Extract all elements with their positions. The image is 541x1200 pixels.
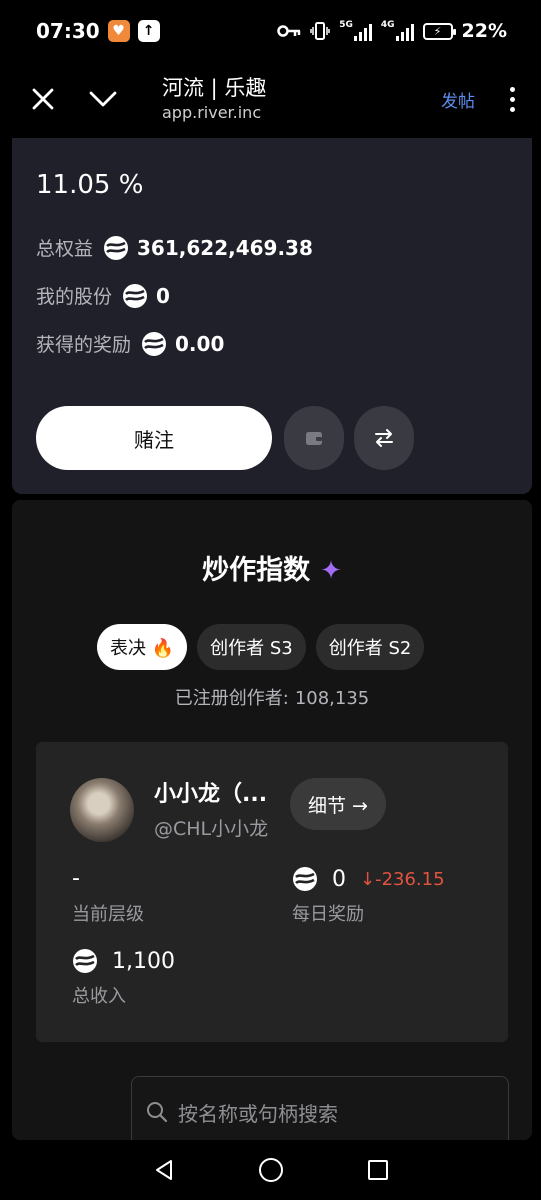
registered-label: 已注册创作者:	[174, 688, 289, 709]
rewards-row: 获得的奖励 0.00	[36, 330, 224, 357]
back-button[interactable]	[144, 1150, 184, 1190]
tier-label: 当前层级	[72, 904, 144, 925]
daily-reward-delta: ↓-236.15	[360, 868, 445, 890]
status-time: 07:30	[36, 19, 100, 43]
river-coin-icon	[104, 235, 129, 260]
post-button[interactable]: 发帖	[441, 87, 475, 112]
hype-index-section: 炒作指数 ✦ 表决 🔥 创作者 S3 创作者 S2 已注册创作者: 108,135 …	[12, 500, 532, 1140]
upload-icon: ↑	[137, 20, 160, 42]
page-url: app.river.inc	[162, 103, 262, 122]
tab-creator-s2[interactable]: 创作者 S2	[315, 624, 425, 670]
tab-vote[interactable]: 表决 🔥	[97, 624, 188, 670]
daily-reward-amount: 0	[332, 866, 346, 892]
back-triangle-icon	[155, 1160, 172, 1180]
daily-reward-label: 每日奖励	[292, 904, 364, 925]
creator-card[interactable]: 小小龙（... @CHL小小龙 细节 → - 当前层级 0 ↓-236.15 每…	[36, 742, 508, 1042]
status-bar: 07:30 ♥ ↑ 5G 4G ⚡ 22%	[0, 0, 541, 62]
sparkle-icon: ✦	[320, 556, 342, 586]
my-shares-value: 0	[156, 283, 170, 308]
total-income-label: 总收入	[72, 986, 126, 1007]
search-placeholder: 按名称或句柄搜索	[178, 1101, 338, 1126]
system-nav-bar	[0, 1140, 541, 1200]
collapse-button[interactable]	[88, 84, 118, 114]
creator-handle: @CHL小小龙	[154, 818, 269, 840]
heart-app-icon: ♥	[107, 20, 130, 42]
signal-5g-icon: 5G	[339, 21, 372, 41]
tier-value: -	[72, 866, 80, 891]
daily-reward-value: 0 ↓-236.15	[292, 866, 445, 892]
stake-card: 11.05 % 总权益 361,622,469.38 我的股份 0 获得的奖励 …	[12, 138, 532, 494]
total-equity-value: 361,622,469.38	[137, 235, 313, 260]
chevron-down-icon	[89, 91, 117, 107]
search-input[interactable]: 按名称或句柄搜索	[131, 1076, 509, 1140]
bet-button[interactable]: 赌注	[36, 406, 272, 470]
battery-percent: 22%	[461, 20, 507, 42]
river-coin-icon	[293, 867, 317, 891]
key-icon	[277, 25, 301, 37]
my-shares-row: 我的股份 0	[36, 282, 170, 309]
river-coin-icon	[142, 331, 167, 356]
river-coin-icon	[73, 949, 97, 973]
total-income-amount: 1,100	[112, 948, 175, 974]
page-title-block: 河流 | 乐趣 app.river.inc	[162, 74, 441, 124]
details-button[interactable]: 细节 →	[290, 778, 386, 830]
hype-tabs: 表决 🔥 创作者 S3 创作者 S2	[97, 624, 425, 670]
wallet-button[interactable]	[284, 406, 344, 470]
total-equity-row: 总权益 361,622,469.38	[36, 234, 313, 261]
stake-percentage: 11.05 %	[36, 170, 144, 200]
hype-title-text: 炒作指数	[202, 555, 311, 586]
hype-title: 炒作指数 ✦	[12, 548, 532, 587]
close-icon	[32, 88, 54, 110]
vibrate-icon	[310, 22, 330, 40]
swap-arrows-icon	[375, 429, 393, 447]
registered-count: 108,135	[294, 688, 370, 709]
page-title: 河流 | 乐趣	[162, 76, 267, 100]
recents-square-icon	[367, 1160, 388, 1180]
signal-4g-icon: 4G	[381, 21, 414, 41]
total-equity-label: 总权益	[36, 238, 94, 260]
my-shares-label: 我的股份	[36, 286, 113, 308]
recents-button[interactable]	[358, 1150, 398, 1190]
more-menu-button[interactable]	[507, 86, 517, 112]
browser-header: 河流 | 乐趣 app.river.inc 发帖	[0, 62, 541, 136]
home-circle-icon	[258, 1158, 283, 1182]
creator-name: 小小龙（...	[154, 782, 268, 807]
home-button[interactable]	[251, 1150, 291, 1190]
search-icon	[147, 1102, 168, 1123]
total-income-value: 1,100	[72, 948, 175, 974]
rewards-label: 获得的奖励	[36, 334, 132, 356]
rewards-value: 0.00	[175, 331, 225, 356]
swap-button[interactable]	[354, 406, 414, 470]
avatar[interactable]	[70, 778, 134, 842]
river-coin-icon	[123, 283, 148, 308]
wallet-icon	[306, 432, 322, 445]
close-button[interactable]	[28, 84, 58, 114]
tab-creator-s3[interactable]: 创作者 S3	[197, 624, 306, 670]
battery-charging-icon: ⚡	[422, 22, 456, 40]
registered-creators: 已注册创作者: 108,135	[12, 684, 532, 710]
